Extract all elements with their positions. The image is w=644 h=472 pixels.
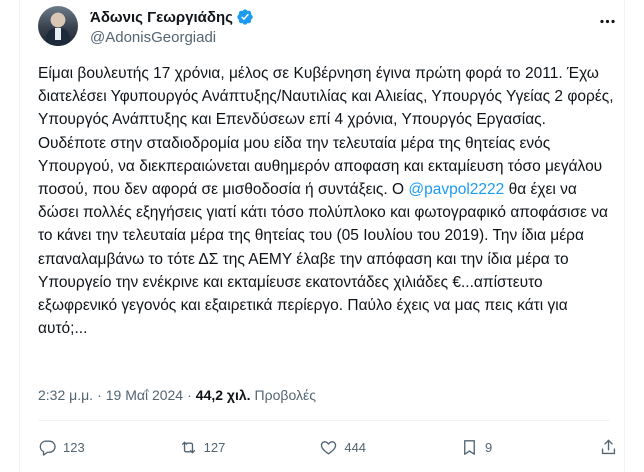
views-label: Προβολές (254, 387, 316, 403)
tweet-header: Άδωνις Γεωργιάδης @AdonisGeorgiadi (38, 6, 618, 54)
like-button[interactable]: 444 (319, 438, 366, 457)
reply-button[interactable]: 123 (38, 438, 85, 457)
tweet-text: Είμαι βουλευτής 17 χρόνια, μέλος σε Κυβέ… (38, 62, 618, 340)
views-count: 44,2 χιλ. (195, 387, 251, 403)
heart-icon (321, 440, 337, 455)
tweet-card: Άδωνις Γεωργιάδης @AdonisGeorgiadi Είμαι… (19, 0, 625, 472)
author-handle[interactable]: @AdonisGeorgiadi (90, 29, 216, 46)
bookmark-icon (464, 439, 475, 455)
bookmark-button[interactable]: 9 (460, 438, 505, 457)
tweet-meta: 2:32 μ.μ. · 19 Μαΐ 2024 · 44,2 χιλ. Προβ… (38, 387, 316, 403)
author-display-name[interactable]: Άδωνις Γεωργιάδης (90, 9, 233, 26)
avatar-shirt-shape (55, 28, 61, 40)
retweet-button[interactable]: 127 (179, 438, 226, 457)
share-icon (601, 439, 616, 454)
name-row: Άδωνις Γεωργιάδης (90, 8, 254, 26)
more-dots-icon (599, 19, 615, 23)
more-options-button[interactable] (596, 10, 618, 32)
divider (38, 420, 610, 421)
bookmark-count: 9 (485, 439, 493, 455)
retweet-icon (181, 441, 195, 453)
tweet-text-part-1: Είμαι βουλευτής 17 χρόνια, μέλος σε Κυβέ… (38, 65, 614, 199)
action-bar: 123 127 444 9 (38, 430, 618, 464)
meta-separator: · (187, 387, 192, 403)
mention-link[interactable]: @pavpol2222 (408, 181, 504, 198)
share-button[interactable] (599, 438, 618, 457)
meta-separator: · (97, 387, 102, 403)
retweet-count: 127 (203, 439, 226, 455)
reply-count: 123 (63, 439, 85, 455)
reply-icon (39, 439, 56, 456)
tweet-date[interactable]: 19 Μαΐ 2024 (106, 387, 183, 403)
like-count: 444 (344, 439, 367, 455)
verified-badge-icon[interactable] (236, 8, 254, 26)
tweet-time[interactable]: 2:32 μ.μ. (38, 387, 93, 403)
avatar[interactable] (38, 6, 78, 46)
tweet-text-part-2: θα έχει να δώσει πολλές εξηγήσεις γιατί … (38, 181, 608, 338)
